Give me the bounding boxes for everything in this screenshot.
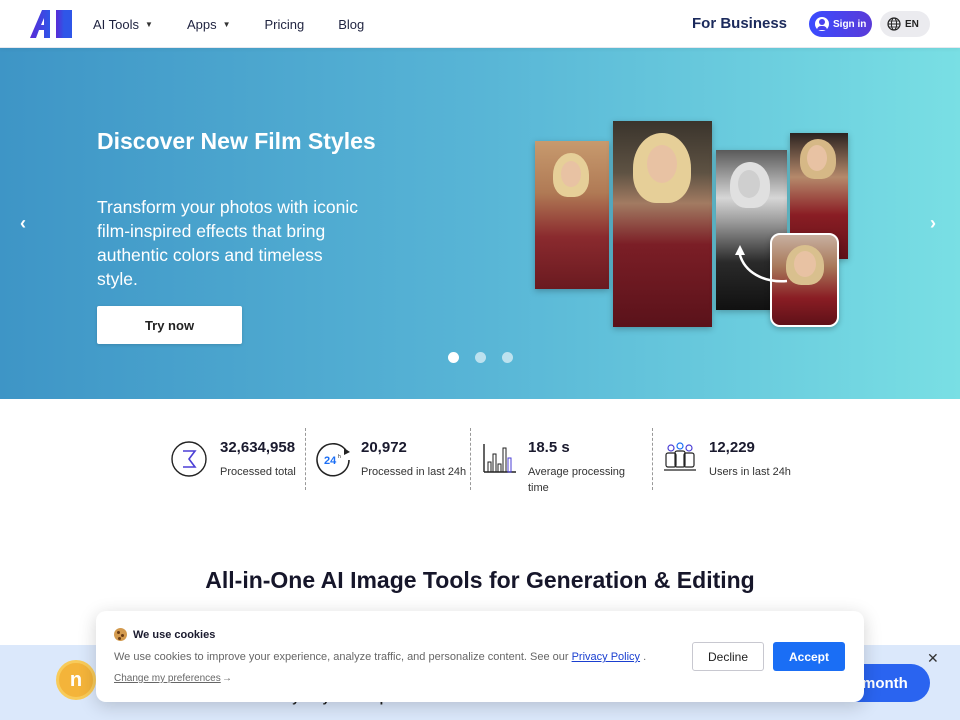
coin-icon: n bbox=[56, 660, 96, 700]
globe-icon bbox=[887, 17, 901, 31]
language-label: EN bbox=[905, 18, 919, 30]
decline-button[interactable]: Decline bbox=[692, 642, 764, 671]
nav-apps[interactable]: Apps ▼ bbox=[187, 17, 231, 32]
try-now-button[interactable]: Try now bbox=[97, 306, 242, 344]
stat-processed-total: 32,634,958 Processed total bbox=[170, 428, 300, 498]
stat-divider bbox=[470, 428, 471, 490]
hero-subtitle: Transform your photos with iconic film-i… bbox=[97, 197, 358, 289]
transform-arrow-icon bbox=[735, 245, 788, 283]
nav-pricing[interactable]: Pricing bbox=[265, 17, 305, 32]
user-icon bbox=[815, 17, 829, 31]
svg-text:h: h bbox=[338, 454, 341, 460]
stat-label: Processed in last 24h bbox=[361, 466, 467, 478]
cookie-text: We use cookies to improve your experienc… bbox=[114, 651, 646, 663]
stat-label: Users in last 24h bbox=[709, 466, 791, 478]
carousel-dots bbox=[448, 352, 529, 363]
bar-chart-icon bbox=[483, 444, 516, 473]
hero-photo-sepia bbox=[535, 141, 609, 289]
accept-button[interactable]: Accept bbox=[773, 642, 845, 671]
nav-blog-label: Blog bbox=[338, 16, 365, 32]
chevron-right-icon[interactable]: › bbox=[930, 213, 936, 234]
users-group-icon bbox=[664, 442, 696, 471]
nav-ai-tools[interactable]: AI Tools ▼ bbox=[93, 17, 153, 32]
stat-avg-time: 18.5 s Average processing time bbox=[482, 428, 642, 498]
section-title: All-in-One AI Image Tools for Generation… bbox=[205, 567, 755, 593]
sign-in-label: Sign in bbox=[833, 18, 867, 30]
stat-value: 18.5 s bbox=[528, 439, 570, 456]
stat-processed-24h: 24 h 20,972 Processed in last 24h bbox=[314, 428, 474, 498]
language-selector[interactable]: EN bbox=[880, 11, 930, 37]
cookie-icon bbox=[114, 628, 127, 641]
stat-divider bbox=[305, 428, 306, 490]
for-business-link[interactable]: For Business bbox=[692, 15, 787, 32]
nav-ai-tools-label: AI Tools bbox=[93, 16, 140, 32]
hero-title: Discover New Film Styles bbox=[97, 128, 376, 154]
chevron-down-icon: ▼ bbox=[222, 19, 231, 29]
clock-24h-icon: 24 h bbox=[316, 442, 350, 477]
carousel-dot-3[interactable] bbox=[502, 352, 513, 363]
close-icon[interactable]: ✕ bbox=[927, 650, 939, 667]
svg-text:24: 24 bbox=[324, 455, 337, 467]
nav-pricing-label: Pricing bbox=[264, 16, 305, 32]
stat-divider bbox=[652, 428, 653, 490]
top-header: AI Tools ▼ Apps ▼ Pricing Blog For Busines… bbox=[0, 0, 960, 48]
chevron-left-icon[interactable]: ‹ bbox=[20, 213, 26, 234]
main-nav: AI Tools ▼ Apps ▼ Pricing Blog bbox=[93, 0, 398, 48]
nav-blog[interactable]: Blog bbox=[338, 17, 364, 32]
cookie-text-body: We use cookies to improve your experienc… bbox=[114, 651, 572, 663]
cookie-text-end: . bbox=[640, 651, 647, 663]
privacy-policy-link[interactable]: Privacy Policy bbox=[572, 651, 640, 663]
carousel-dot-1[interactable] bbox=[448, 352, 459, 363]
chevron-down-icon: ▼ bbox=[145, 19, 153, 29]
stat-value: 12,229 bbox=[709, 439, 755, 456]
hero-carousel: Discover New Film Styles Transform your … bbox=[0, 48, 960, 399]
stat-label: Average processing time bbox=[528, 466, 626, 494]
stat-value: 32,634,958 bbox=[220, 439, 296, 456]
sigma-icon bbox=[171, 441, 207, 477]
cookie-title: We use cookies bbox=[114, 628, 215, 641]
cookie-title-label: We use cookies bbox=[133, 628, 216, 641]
sign-in-button[interactable]: Sign in bbox=[809, 11, 872, 37]
carousel-dot-2[interactable] bbox=[475, 352, 486, 363]
stat-label: Processed total bbox=[220, 466, 296, 478]
change-preferences-link[interactable]: Change my preferences bbox=[114, 673, 221, 684]
cookie-banner: We use cookies We use cookies to improve… bbox=[96, 611, 864, 702]
hero-photo-original bbox=[613, 121, 712, 327]
stat-users-24h: 12,229 Users in last 24h bbox=[662, 428, 812, 498]
nav-apps-label: Apps bbox=[186, 16, 217, 32]
arrow-right-icon: → bbox=[222, 673, 232, 684]
logo-icon[interactable] bbox=[30, 10, 72, 38]
stat-value: 20,972 bbox=[361, 439, 407, 456]
stats-bar: 32,634,958 Processed total 24 h 20,972 P… bbox=[170, 428, 810, 498]
